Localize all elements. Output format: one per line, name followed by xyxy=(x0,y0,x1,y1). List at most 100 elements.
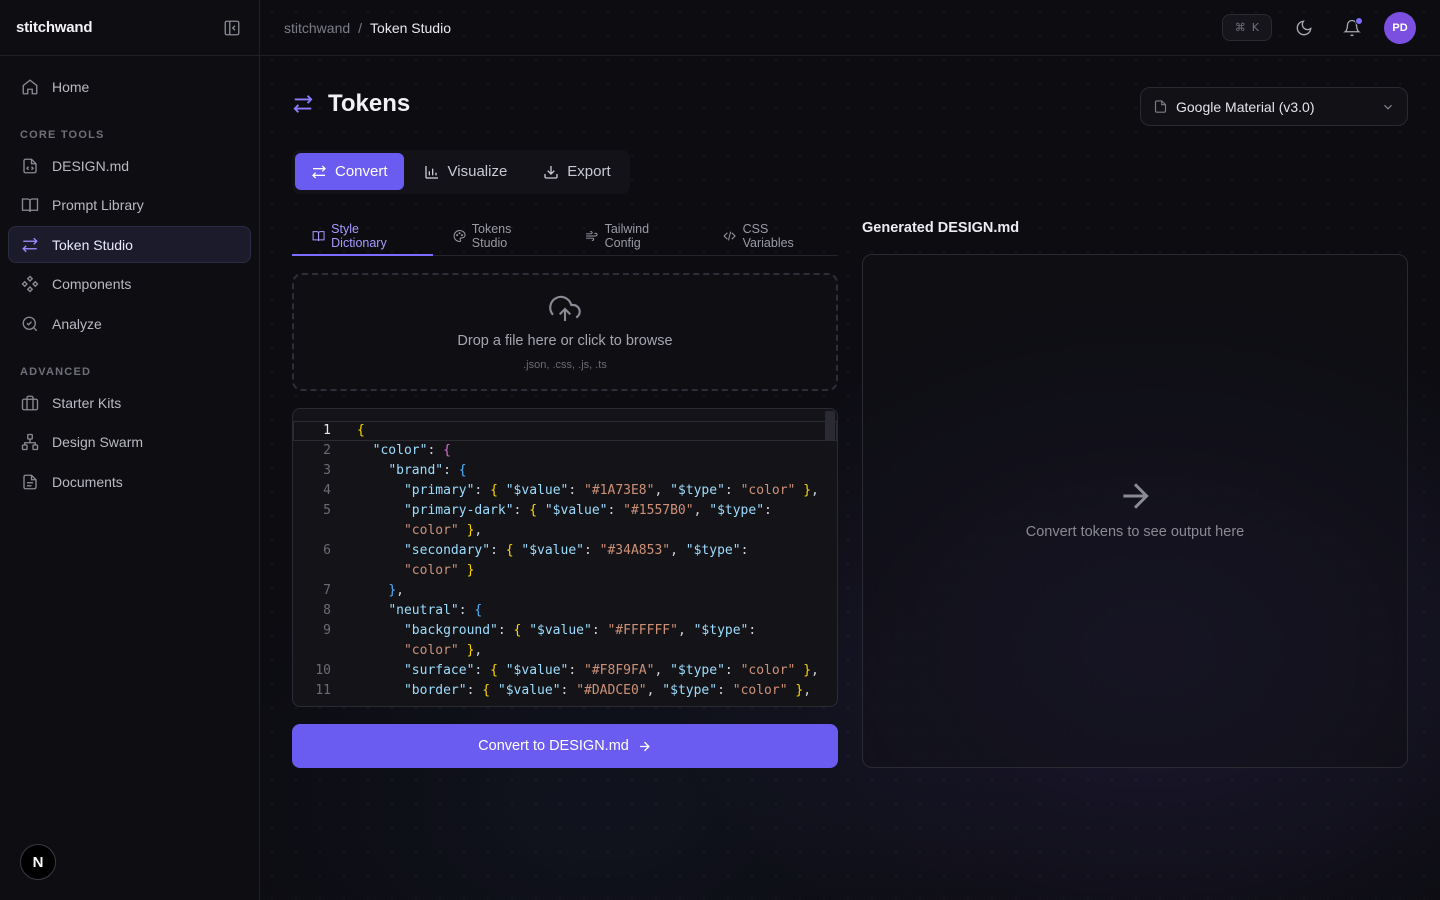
code-line[interactable]: 5 "primary-dark": { "$value": "#1557B0",… xyxy=(293,501,837,521)
arrows-swap-icon xyxy=(22,237,38,252)
code-line[interactable]: "color" } xyxy=(293,561,837,581)
book-icon xyxy=(21,198,39,212)
code-line[interactable]: 3 "brand": { xyxy=(293,461,837,481)
main-content: Tokens Google Material (v3.0) Convert Vi… xyxy=(292,56,1408,900)
sidebar-item-documents[interactable]: Documents xyxy=(8,463,251,500)
mode-switcher: Convert Visualize Export xyxy=(292,150,630,194)
briefcase-icon xyxy=(21,395,39,410)
command-palette-button[interactable]: ⌘ K xyxy=(1221,14,1272,41)
arrow-right-icon xyxy=(639,741,650,751)
output-preview: Convert tokens to see output here xyxy=(862,254,1408,768)
line-number: 7 xyxy=(323,583,331,598)
code-line[interactable]: 9 "background": { "$value": "#FFFFFF", "… xyxy=(293,621,837,641)
convert-button[interactable]: Convert to DESIGN.md xyxy=(292,724,838,768)
code-text: "primary-dark": { "$value": "#1557B0", "… xyxy=(403,503,772,518)
convert-button-label: Convert to DESIGN.md xyxy=(478,738,629,754)
line-number: 11 xyxy=(315,683,331,698)
line-number: 6 xyxy=(323,543,331,558)
sidebar-item-token-studio[interactable]: Token Studio xyxy=(8,226,251,263)
code-text: { xyxy=(357,423,365,438)
sidebar-section-core-tools: CORE TOOLS xyxy=(20,129,105,141)
theme-toggle-button[interactable] xyxy=(1288,12,1320,44)
palette-icon xyxy=(453,229,466,242)
line-number: 1 xyxy=(323,423,331,438)
breadcrumb-separator: / xyxy=(358,19,363,36)
sidebar-item-label: Design Swarm xyxy=(52,434,144,450)
line-number xyxy=(293,561,333,581)
code-line[interactable]: 7 }, xyxy=(293,581,837,601)
sidebar-nav: Home CORE TOOLS DESIGN.md Prompt Library… xyxy=(0,56,259,515)
code-text: "color" } xyxy=(403,563,475,578)
code-icon xyxy=(723,231,737,240)
components-icon xyxy=(21,275,39,293)
code-text: "background": { "$value": "#FFFFFF", "$t… xyxy=(403,623,757,638)
code-line[interactable]: "color" }, xyxy=(293,521,837,541)
sidebar-item-label: Analyze xyxy=(52,315,102,332)
topbar: stitchwand / Token Studio ⌘ K PD xyxy=(260,0,1440,56)
notifications-button[interactable] xyxy=(1336,12,1368,44)
sidebar: stitchwand Home CORE TOOLS DESIGN.md Pro… xyxy=(0,0,260,900)
preset-select[interactable]: Google Material (v3.0) xyxy=(1140,87,1408,126)
sidebar-item-label: Token Studio xyxy=(52,236,133,253)
tab-css-variables[interactable]: CSS Variables xyxy=(703,216,838,255)
code-text: }, xyxy=(388,583,404,598)
breadcrumb: stitchwand / Token Studio xyxy=(284,20,451,36)
mode-export-button[interactable]: Export xyxy=(527,153,626,190)
code-line[interactable]: "color" }, xyxy=(293,641,837,661)
editor-scrollbar[interactable] xyxy=(825,411,835,441)
home-icon xyxy=(22,78,38,94)
sidebar-item-home[interactable]: Home xyxy=(8,68,251,105)
tab-style-dictionary[interactable]: Style Dictionary xyxy=(292,216,433,256)
code-text: "color": { xyxy=(372,443,451,458)
code-line[interactable]: 1{ xyxy=(293,421,837,441)
tab-tailwind-config[interactable]: Tailwind Config xyxy=(565,216,703,255)
chevron-down-icon xyxy=(1384,104,1392,110)
output-panel: Generated DESIGN.md Convert tokens to se… xyxy=(862,216,1408,768)
code-line[interactable]: 6 "secondary": { "$value": "#34A853", "$… xyxy=(293,541,837,561)
line-number: 5 xyxy=(323,503,331,518)
code-line[interactable]: 4 "primary": { "$value": "#1A73E8", "$ty… xyxy=(293,481,837,501)
sidebar-section-advanced: ADVANCED xyxy=(20,366,92,378)
code-text: "surface": { "$value": "#F8F9FA", "$type… xyxy=(403,663,819,678)
sidebar-item-label: Starter Kits xyxy=(52,394,122,411)
sidebar-item-analyze[interactable]: Analyze xyxy=(8,305,251,342)
page-header: Tokens xyxy=(292,90,410,118)
avatar[interactable]: PD xyxy=(1384,11,1416,44)
sidebar-item-prompt-library[interactable]: Prompt Library xyxy=(8,187,251,224)
code-line[interactable]: 11 "border": { "$value": "#DADCE0", "$ty… xyxy=(293,681,837,701)
code-editor[interactable]: 1{2 "color": {3 "brand": {4 "primary": {… xyxy=(292,408,838,707)
sidebar-item-design-swarm[interactable]: Design Swarm xyxy=(8,424,251,461)
sidebar-item-label: Documents xyxy=(52,473,123,490)
sidebar-collapse-icon[interactable] xyxy=(223,19,241,37)
tab-tokens-studio[interactable]: Tokens Studio xyxy=(433,216,566,255)
code-line[interactable]: 8 "neutral": { xyxy=(293,601,837,621)
sidebar-item-label: Components xyxy=(52,276,132,292)
mode-visualize-button[interactable]: Visualize xyxy=(408,153,524,190)
sidebar-item-design-md[interactable]: DESIGN.md xyxy=(8,147,251,184)
arrows-swap-icon xyxy=(312,165,326,178)
breadcrumb-root[interactable]: stitchwand xyxy=(284,20,350,36)
code-line[interactable]: 2 "color": { xyxy=(293,441,837,461)
dropzone-formats: .json, .css, .js, .ts xyxy=(523,359,607,371)
mode-label: Visualize xyxy=(447,163,508,180)
file-icon xyxy=(1154,100,1167,113)
code-text: "color" }, xyxy=(403,643,483,658)
command-key-icon: ⌘ xyxy=(1234,21,1246,34)
book-icon xyxy=(312,230,325,241)
sidebar-item-components[interactable]: Components xyxy=(8,266,251,303)
file-dropzone[interactable]: Drop a file here or click to browse .jso… xyxy=(292,273,838,391)
line-number xyxy=(293,521,333,541)
wind-icon xyxy=(586,230,598,241)
code-line[interactable]: 10 "surface": { "$value": "#F8F9FA", "$t… xyxy=(293,661,837,681)
format-tabs: Style Dictionary Tokens Studio Tailwind … xyxy=(292,216,838,256)
line-number: 8 xyxy=(323,603,331,618)
mode-convert-button[interactable]: Convert xyxy=(295,153,404,190)
output-empty-message: Convert tokens to see output here xyxy=(1025,524,1245,540)
page-title: Tokens xyxy=(328,90,411,117)
sidebar-item-starter-kits[interactable]: Starter Kits xyxy=(8,384,251,421)
line-number: 9 xyxy=(323,623,331,638)
framework-logo[interactable]: N xyxy=(20,844,56,880)
brand-logo[interactable]: stitchwand xyxy=(16,19,93,36)
code-text: "brand": { xyxy=(388,463,467,478)
line-number xyxy=(293,641,333,661)
